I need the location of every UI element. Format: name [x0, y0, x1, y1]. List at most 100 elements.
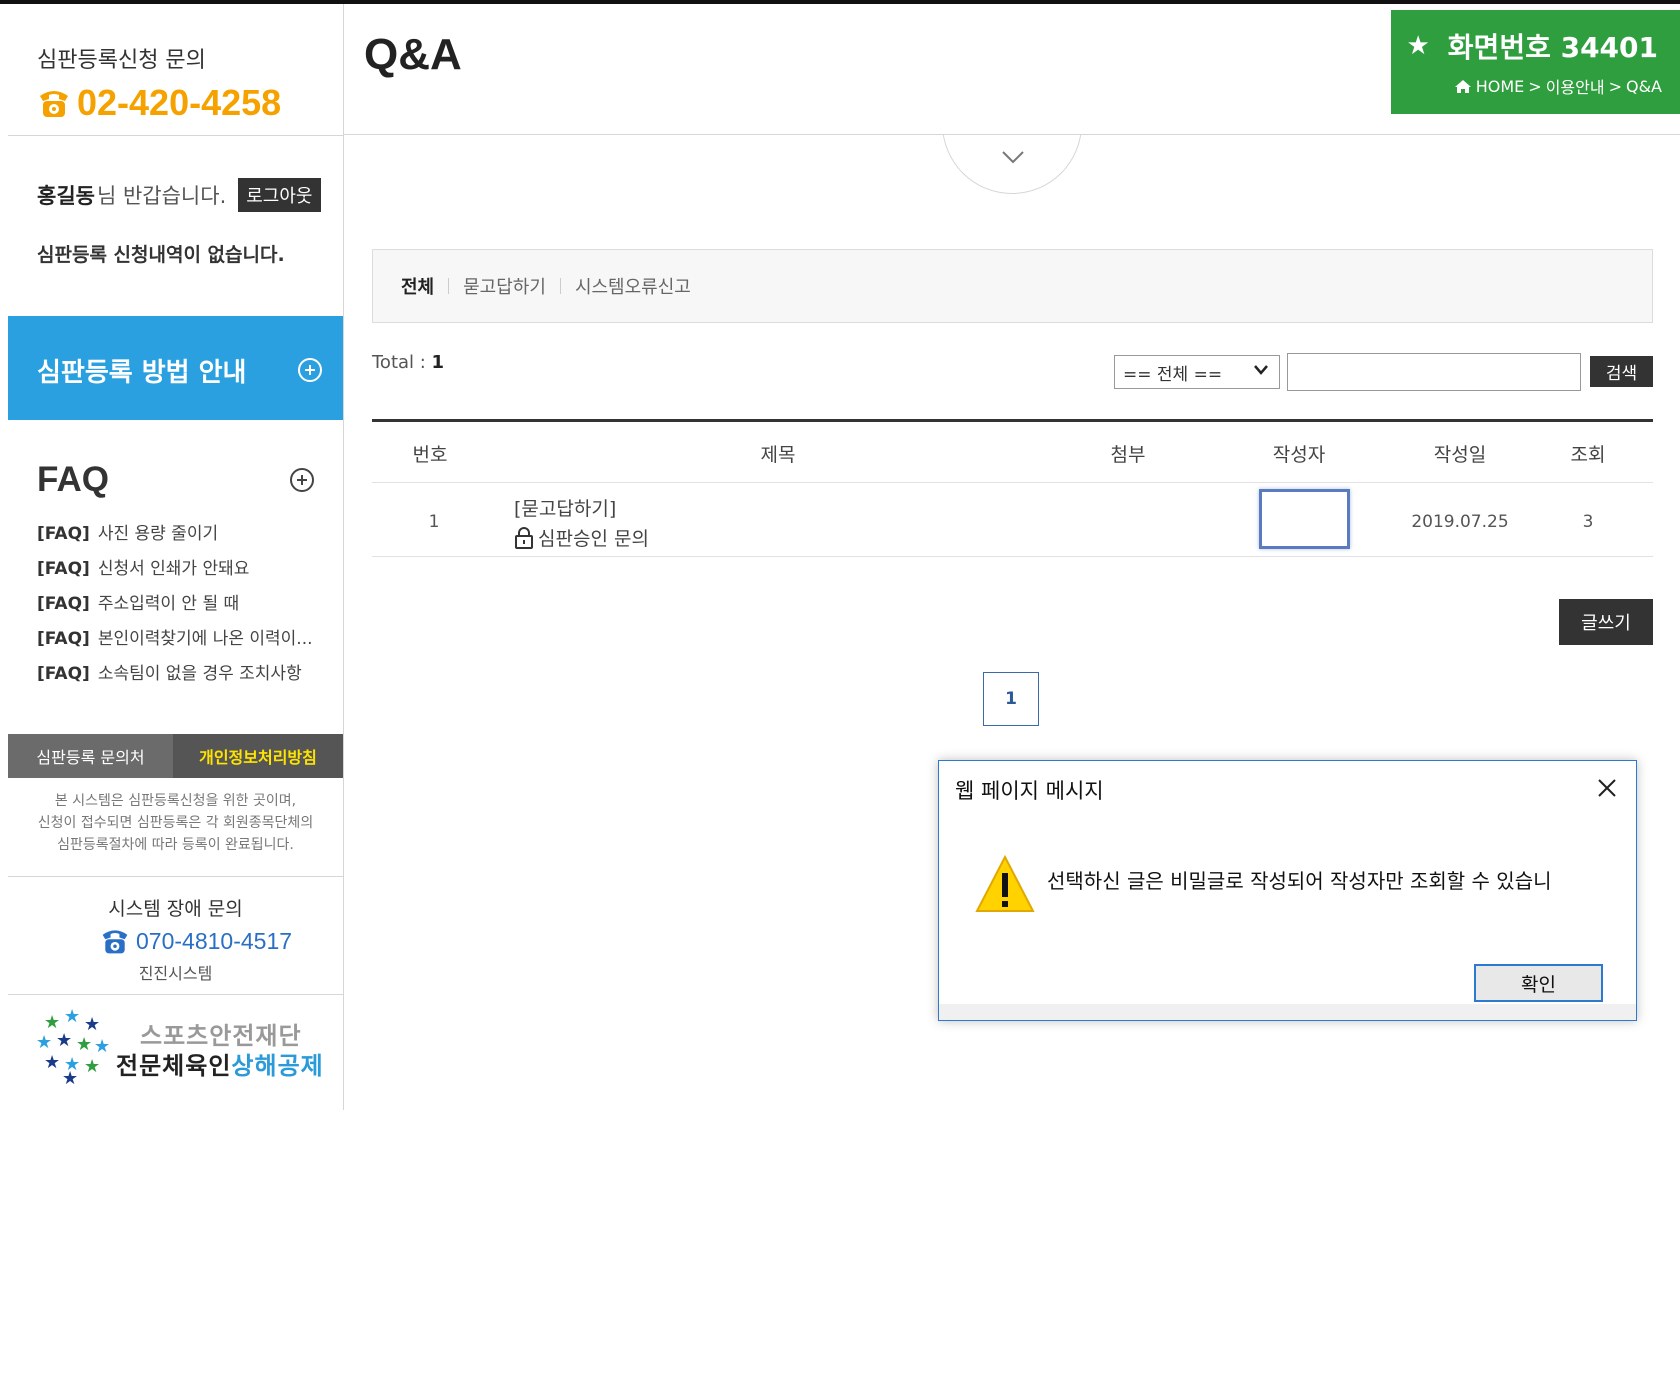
tab-all[interactable]: 전체 [401, 273, 434, 299]
dialog-footer [939, 1004, 1636, 1020]
ok-button[interactable]: 확인 [1474, 964, 1603, 1002]
faq-tag: [FAQ] [37, 559, 90, 579]
faq-tag: [FAQ] [37, 524, 90, 544]
total-label: Total : [372, 352, 432, 373]
svg-text:★: ★ [36, 1032, 52, 1053]
chevron-down-icon [1254, 365, 1268, 375]
tab-qna[interactable]: 묻고답하기 [463, 273, 546, 299]
table-top-border [372, 419, 1653, 422]
header-divider [344, 134, 1680, 135]
faq-tag: [FAQ] [37, 594, 90, 614]
tab-privacy-policy[interactable]: 개인정보처리방침 [173, 734, 343, 778]
search-type-select[interactable]: == 전체 == [1114, 355, 1280, 389]
notice-text: 본 시스템은 심판등록신청을 위한 곳이며, 신청이 접수되면 심판등록은 각 … [8, 790, 343, 856]
search-input[interactable] [1287, 353, 1581, 391]
sidebar-tabbar: 심판등록 문의처 개인정보처리방침 [8, 734, 343, 778]
svg-text:★: ★ [62, 1068, 78, 1084]
no-history-text: 심판등록 신청내역이 없습니다. [37, 244, 285, 266]
svg-text:★: ★ [44, 1052, 60, 1073]
logo-line-2-accent: 상해공제 [231, 1052, 324, 1080]
warning-icon [975, 855, 1035, 912]
logout-button[interactable]: 로그아웃 [238, 178, 321, 212]
greeting-text: 님 반갑습니다. [96, 184, 227, 208]
tab-contact[interactable]: 심판등록 문의처 [8, 734, 173, 778]
svg-text:★: ★ [84, 1014, 100, 1035]
greeting: 홍길동 님 반갑습니다. 로그아웃 [37, 178, 321, 212]
dialog-title: 웹 페이지 메시지 [955, 779, 1104, 803]
divider [8, 994, 343, 995]
chevron-down-icon[interactable] [1002, 150, 1024, 164]
svg-text:★: ★ [76, 1034, 92, 1055]
logo-line-2-text: 전문체육인 [116, 1052, 232, 1080]
dialog-message: 선택하신 글은 비밀글로 작성되어 작성자만 조회할 수 있습니 [1047, 869, 1552, 893]
column-header-views: 조회 [1570, 444, 1606, 466]
pagination-page[interactable]: 1 [983, 672, 1039, 726]
contact-box: 심판등록신청 문의 02-420-4258 [8, 4, 344, 136]
tab-separator [559, 278, 561, 294]
notice-line: 본 시스템은 심판등록신청을 위한 곳이며, [54, 793, 297, 809]
row-date: 2019.07.25 [1411, 512, 1509, 532]
user-name: 홍길동 [37, 184, 95, 208]
notice-line: 신청이 접수되면 심판등록은 각 회원종목단체의 [37, 815, 314, 831]
column-header-writer: 작성자 [1272, 444, 1326, 466]
home-icon [1454, 79, 1471, 93]
breadcrumb-home[interactable]: HOME [1476, 77, 1525, 96]
faq-list: [FAQ] 사진 용량 줄이기 [FAQ] 신청서 인쇄가 안돼요 [FAQ] 주소입… [37, 522, 313, 697]
guide-banner[interactable]: 심판등록 방법 안내 [8, 316, 343, 420]
row-title[interactable]: 심판승인 문의 [514, 524, 649, 551]
column-header-title: 제목 [760, 444, 796, 466]
faq-item-label: 소속팀이 없을 경우 조치사항 [97, 664, 302, 684]
contact-phone: 02-420-4258 [37, 82, 281, 124]
faq-item-label: 주소입력이 안 될 때 [97, 594, 240, 614]
tab-system-error[interactable]: 시스템오류신고 [575, 273, 691, 299]
faq-item[interactable]: [FAQ] 본인이력찾기에 나온 이력이... [37, 627, 313, 662]
row-category[interactable]: [묻고답하기] [514, 494, 616, 521]
breadcrumb-current: Q&A [1625, 76, 1662, 96]
category-tabs: 전체 묻고답하기 시스템오류신고 [372, 249, 1653, 323]
screen-number: ★ 화면번호 34401 [1406, 26, 1658, 66]
total-value: 1 [431, 352, 445, 373]
breadcrumb: HOME > 이용안내 > Q&A [1454, 74, 1662, 98]
sidebar: 심판등록신청 문의 02-420-4258 홍길동 님 반갑습니다. 로그아웃 … [0, 4, 344, 1110]
faq-tag: [FAQ] [37, 629, 90, 649]
column-header-attachment: 첨부 [1110, 444, 1146, 466]
faq-item[interactable]: [FAQ] 소속팀이 없을 경우 조치사항 [37, 662, 313, 697]
guide-banner-label: 심판등록 방법 안내 [37, 358, 247, 388]
notice-line: 심판등록절차에 따라 등록이 완료됩니다. [57, 837, 294, 853]
search-button[interactable]: 검색 [1590, 356, 1653, 387]
faq-more-icon[interactable] [290, 468, 314, 492]
message-dialog: 웹 페이지 메시지 선택하신 글은 비밀글로 작성되어 작성자만 조회할 수 있… [938, 760, 1637, 1021]
row-title-text: 심판승인 문의 [538, 528, 649, 550]
system-company: 진진시스템 [138, 964, 213, 983]
screen-number-text: 화면번호 34401 [1447, 31, 1658, 64]
svg-text:★: ★ [56, 1030, 72, 1051]
faq-item[interactable]: [FAQ] 사진 용량 줄이기 [37, 522, 313, 557]
screen-info-box: ★ 화면번호 34401 HOME > 이용안내 > Q&A [1391, 10, 1680, 114]
divider [8, 876, 343, 877]
contact-phone-number: 02-420-4258 [77, 82, 282, 123]
lock-icon [515, 526, 533, 549]
row-writer [1259, 489, 1350, 549]
page-title: Q&A [364, 30, 462, 79]
contact-label: 심판등록신청 문의 [37, 48, 206, 73]
faq-item-label: 사진 용량 줄이기 [97, 524, 219, 544]
faq-item[interactable]: [FAQ] 신청서 인쇄가 안돼요 [37, 557, 313, 592]
row-number: 1 [428, 512, 440, 532]
faq-item-label: 신청서 인쇄가 안돼요 [97, 559, 250, 579]
table-header-divider [372, 482, 1653, 483]
faq-item-label: 본인이력찾기에 나온 이력이... [97, 629, 313, 649]
breadcrumb-separator: > [1528, 76, 1542, 96]
faq-item[interactable]: [FAQ] 주소입력이 안 될 때 [37, 592, 313, 627]
total-count: Total : 1 [372, 352, 444, 373]
faq-tag: [FAQ] [37, 664, 90, 684]
write-button[interactable]: 글쓰기 [1559, 599, 1653, 645]
row-views: 3 [1582, 512, 1594, 532]
breadcrumb-usage-guide[interactable]: 이용안내 [1546, 74, 1605, 98]
system-support-phone: 070-4810-4517 [100, 926, 292, 956]
column-header-number: 번호 [412, 444, 448, 466]
close-icon[interactable] [1592, 773, 1622, 803]
table-row-divider [372, 556, 1653, 557]
tab-separator [448, 278, 450, 294]
faq-title: FAQ [37, 460, 109, 499]
phone-icon [40, 91, 68, 117]
